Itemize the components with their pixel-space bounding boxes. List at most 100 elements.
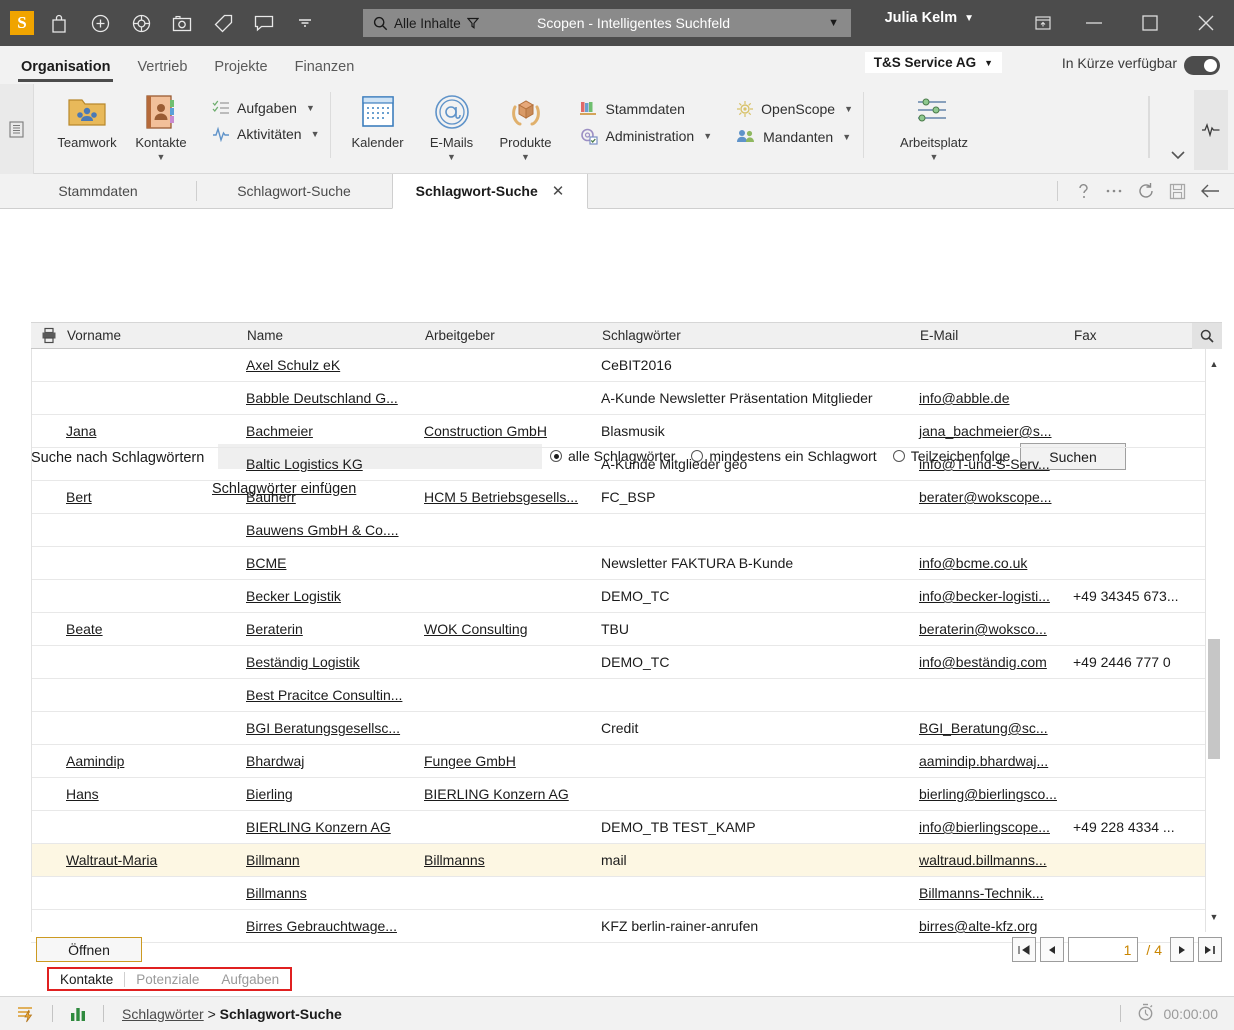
last-page-icon[interactable] — [1198, 937, 1222, 962]
plus-circle-icon[interactable] — [84, 7, 116, 39]
scrollbar-thumb[interactable] — [1208, 639, 1220, 759]
cell-email[interactable]: Billmanns-Technik... — [919, 885, 1044, 901]
cell-name[interactable]: BGI Beratungsgesellsc... — [246, 720, 400, 736]
chevron-down-icon[interactable]: ▼ — [157, 152, 166, 162]
first-page-icon[interactable] — [1012, 937, 1037, 962]
open-button[interactable]: Öffnen — [36, 937, 142, 962]
cell-vorname[interactable]: Waltraut-Maria — [66, 852, 157, 868]
global-search-box[interactable]: Alle Inhalte Scopen - Intelligentes Such… — [363, 9, 851, 37]
close-icon[interactable] — [1178, 0, 1234, 46]
chevron-down-icon[interactable]: ▼ — [828, 17, 851, 29]
back-arrow-icon[interactable] — [1200, 183, 1220, 199]
cell-vorname[interactable]: Jana — [66, 423, 96, 439]
user-menu[interactable]: Julia Kelm ▼ — [885, 10, 974, 26]
table-row[interactable]: Waltraut-Maria Billmann Billmanns mail waltr… — [31, 844, 1222, 877]
cell-name[interactable]: BIERLING Konzern AG — [246, 819, 391, 835]
lifebuoy-icon[interactable] — [125, 7, 157, 39]
table-row[interactable]: BIERLING Konzern AG DEMO_TB TEST_KAMP info… — [31, 811, 1222, 844]
cell-vorname[interactable]: Aamindip — [66, 753, 124, 769]
menu-item-vertrieb[interactable]: Vertrieb — [125, 59, 199, 84]
table-row[interactable]: Baltic Logistics KG A-Kunde Mitglieder ge… — [31, 448, 1222, 481]
ribbon-button-administration[interactable]: Administration ▼ — [579, 127, 712, 145]
cell-email[interactable]: info@abble.de — [919, 390, 1010, 406]
table-row[interactable]: BCME Newsletter FAKTURA B-Kunde info@bcme.… — [31, 547, 1222, 580]
cell-email[interactable]: bierling@bierlingsco... — [919, 786, 1057, 802]
scroll-up-icon[interactable]: ▲ — [1206, 355, 1222, 373]
cell-arbeitgeber[interactable]: Fungee GmbH — [424, 753, 516, 769]
ribbon-button-kalender[interactable]: Kalender — [341, 90, 415, 150]
table-row[interactable]: Aamindip Bhardwaj Fungee GmbH aamindip.bhar… — [31, 745, 1222, 778]
table-row[interactable]: Bauwens GmbH & Co.... — [31, 514, 1222, 547]
cell-email[interactable]: info@T-und-S-Serv... — [919, 456, 1050, 472]
table-row[interactable]: Beständig Logistik DEMO_TC info@beständig.… — [31, 646, 1222, 679]
cell-name[interactable]: Bachmeier — [246, 423, 313, 439]
cell-email[interactable]: aamindip.bhardwaj... — [919, 753, 1048, 769]
cell-vorname[interactable]: Bert — [66, 489, 92, 505]
menu-item-projekte[interactable]: Projekte — [202, 59, 279, 84]
tenant-selector[interactable]: T&S Service AG ▼ — [864, 52, 1002, 73]
cell-name[interactable]: Bhardwaj — [246, 753, 304, 769]
lightning-list-icon[interactable] — [16, 1004, 36, 1024]
cell-name[interactable]: Best Pracitce Consultin... — [246, 687, 402, 703]
table-row[interactable]: Becker Logistik DEMO_TC info@becker-logist… — [31, 580, 1222, 613]
column-header-email[interactable]: E-Mail — [914, 328, 958, 343]
column-header-name[interactable]: Name — [241, 328, 283, 343]
next-page-icon[interactable] — [1170, 937, 1194, 962]
column-header-arbeitgeber[interactable]: Arbeitgeber — [419, 328, 495, 343]
table-row[interactable]: Beate Beraterin WOK Consulting TBU beraterin… — [31, 613, 1222, 646]
cell-arbeitgeber[interactable]: BIERLING Konzern AG — [424, 786, 569, 802]
cell-name[interactable]: Billmann — [246, 852, 300, 868]
cell-name[interactable]: Bierling — [246, 786, 293, 802]
printer-icon[interactable] — [41, 327, 57, 349]
ribbon-button-arbeitsplatz[interactable]: Arbeitsplatz ▼ — [874, 90, 994, 162]
tab-stammdaten[interactable]: Stammdaten — [0, 174, 196, 208]
cell-email[interactable]: info@bierlingscope... — [919, 819, 1050, 835]
cell-name[interactable]: Beraterin — [246, 621, 303, 637]
ribbon-button-aufgaben[interactable]: Aufgaben ▼ — [212, 100, 320, 116]
cell-email[interactable]: BGI_Beratung@sc... — [919, 720, 1048, 736]
cell-name[interactable]: Baltic Logistics KG — [246, 456, 363, 472]
table-row[interactable]: Billmanns Billmanns-Technik... — [31, 877, 1222, 910]
table-row[interactable]: Hans Bierling BIERLING Konzern AG bierling@… — [31, 778, 1222, 811]
ribbon-panel-toggle[interactable] — [0, 84, 34, 174]
close-icon[interactable]: ✕ — [552, 182, 565, 200]
cell-email[interactable]: waltraud.billmanns... — [919, 852, 1047, 868]
camera-icon[interactable] — [166, 7, 198, 39]
ribbon-button-mandanten[interactable]: Mandanten ▼ — [736, 128, 853, 145]
chevron-down-icon[interactable]: ▼ — [842, 132, 851, 142]
column-header-vorname[interactable]: Vorname — [61, 328, 121, 343]
restore-panel-icon[interactable] — [1020, 0, 1066, 46]
chevron-down-icon[interactable]: ▼ — [930, 152, 939, 162]
tab-schlagwort-suche-1[interactable]: Schlagwort-Suche — [196, 174, 392, 208]
cell-name[interactable]: Beständig Logistik — [246, 654, 360, 670]
cell-email[interactable]: beraterin@woksco... — [919, 621, 1047, 637]
cell-name[interactable]: Billmanns — [246, 885, 307, 901]
ribbon-button-produkte[interactable]: Produkte ▼ — [489, 90, 563, 162]
chevron-down-icon[interactable]: ▼ — [306, 103, 315, 113]
cell-name[interactable]: Birres Gebrauchtwage... — [246, 918, 397, 934]
cell-arbeitgeber[interactable]: HCM 5 Betriebsgesells... — [424, 489, 578, 505]
menu-item-finanzen[interactable]: Finanzen — [283, 59, 367, 84]
chat-icon[interactable] — [248, 7, 280, 39]
chevron-down-icon[interactable]: ▼ — [703, 131, 712, 141]
minimize-icon[interactable] — [1066, 0, 1122, 46]
breadcrumb-root[interactable]: Schlagwörter — [122, 1006, 204, 1022]
bar-chart-icon[interactable] — [69, 1005, 87, 1022]
table-vertical-scrollbar[interactable]: ▲ ▼ — [1205, 349, 1222, 932]
chevron-down-icon[interactable]: ▼ — [844, 104, 853, 114]
ribbon-button-kontakte[interactable]: Kontakte ▼ — [124, 90, 198, 162]
subtab-aufgaben[interactable]: Aufgaben — [210, 972, 290, 987]
table-row[interactable]: Bert Bauherr HCM 5 Betriebsgesells... FC_BS… — [31, 481, 1222, 514]
cell-email[interactable]: info@beständig.com — [919, 654, 1047, 670]
cell-name[interactable]: Becker Logistik — [246, 588, 341, 604]
cell-email[interactable]: info@bcme.co.uk — [919, 555, 1027, 571]
cell-arbeitgeber[interactable]: Billmanns — [424, 852, 485, 868]
subtab-kontakte[interactable]: Kontakte — [49, 972, 124, 987]
scroll-down-icon[interactable]: ▼ — [1206, 908, 1222, 926]
chevron-down-icon[interactable]: ▼ — [447, 152, 456, 162]
table-row[interactable]: Axel Schulz eK CeBIT2016 — [31, 349, 1222, 382]
tag-icon[interactable] — [207, 7, 239, 39]
cell-arbeitgeber[interactable]: WOK Consulting — [424, 621, 527, 637]
cell-name[interactable]: BCME — [246, 555, 286, 571]
cell-vorname[interactable]: Beate — [66, 621, 103, 637]
